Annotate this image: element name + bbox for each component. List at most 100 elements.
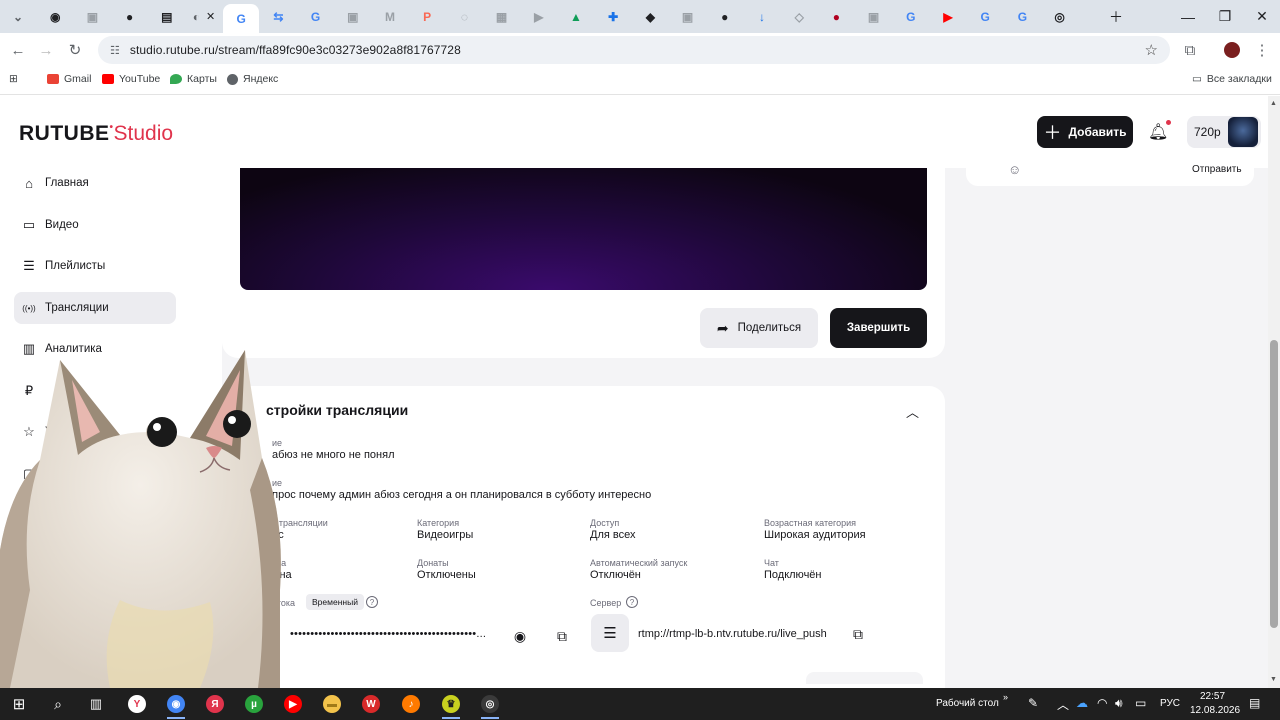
scroll-thumb[interactable] xyxy=(1270,340,1278,628)
profile-avatar[interactable] xyxy=(1220,38,1244,62)
page-scrollbar[interactable]: ▲ ▼ xyxy=(1268,96,1280,688)
browser-tab[interactable]: ▲ xyxy=(558,4,594,29)
clock-time[interactable]: 22:57 xyxy=(1200,691,1225,702)
search-icon[interactable]: ⌕ xyxy=(43,692,73,716)
browser-tab[interactable]: G xyxy=(223,4,260,33)
browser-tab[interactable]: P xyxy=(409,4,445,29)
browser-tab[interactable]: ● xyxy=(112,4,148,29)
taskbar-app[interactable]: µ xyxy=(239,692,269,716)
plus-icon: ＋ xyxy=(1043,123,1062,143)
chrome-menu-icon[interactable]: ⋮ xyxy=(1250,38,1274,62)
taskbar-app[interactable]: ◎ xyxy=(475,692,505,719)
address-bar[interactable]: ☷ studio.rutube.ru/stream/ffa89fc90e3c03… xyxy=(98,36,1170,64)
language-indicator[interactable]: РУС xyxy=(1160,698,1180,709)
browser-tab[interactable]: G xyxy=(893,4,929,29)
task-view-icon[interactable]: ▥ xyxy=(81,692,111,716)
browser-tab[interactable]: ▶ xyxy=(930,4,966,29)
stream-settings-card: стройки трансляции ︿ ие абюз не много не… xyxy=(222,386,945,688)
all-bookmarks[interactable]: ▭ Все закладки xyxy=(1192,73,1272,85)
close-tab-icon[interactable]: ✕ xyxy=(206,10,215,23)
copy-key-icon[interactable]: ⧉ xyxy=(550,624,574,648)
browser-tab[interactable]: ◉ xyxy=(37,4,73,29)
google-icon: G xyxy=(236,11,246,26)
clock-date[interactable]: 12.08.2026 xyxy=(1190,705,1240,716)
browser-tab[interactable]: ◎ xyxy=(1042,4,1078,29)
keyboard-icon[interactable]: ▭ xyxy=(1135,696,1146,710)
site-info-icon[interactable]: ☷ xyxy=(110,44,120,57)
reload-icon[interactable]: ↻ xyxy=(63,38,87,62)
taskbar-app[interactable]: Я xyxy=(200,692,230,716)
browser-tab[interactable]: ▣ xyxy=(335,4,371,29)
browser-tab[interactable]: ↓ xyxy=(744,4,780,29)
scroll-down-icon[interactable]: ▼ xyxy=(1270,676,1277,683)
browser-tab[interactable]: M xyxy=(372,4,408,29)
notification-center-icon[interactable]: ▤ xyxy=(1249,696,1260,710)
forward-icon[interactable]: → xyxy=(34,38,58,62)
stream-preview-video[interactable] xyxy=(240,168,927,290)
browser-tab[interactable]: ◇ xyxy=(781,4,817,29)
browser-tab[interactable]: ◌ xyxy=(446,4,482,29)
taskbar-app[interactable]: Y xyxy=(122,692,152,716)
new-tab-button[interactable]: ＋ xyxy=(1098,0,1134,33)
wifi-icon[interactable]: ◠ xyxy=(1097,696,1107,710)
bookmark-maps[interactable]: Карты xyxy=(170,73,217,85)
browser-tab[interactable]: ⌄ xyxy=(0,4,36,29)
browser-tab[interactable]: ● xyxy=(818,4,854,29)
sidebar-item[interactable]: ⌂ Главная xyxy=(14,167,176,199)
onedrive-icon[interactable]: ☁ xyxy=(1076,696,1088,710)
taskbar-app[interactable]: W xyxy=(356,692,386,716)
show-key-eye-icon[interactable]: ◉ xyxy=(508,624,532,648)
sidebar-item[interactable]: ((•)) Трансляции xyxy=(14,292,176,324)
taskbar-app[interactable]: ♛ xyxy=(436,692,466,719)
end-stream-button[interactable]: Завершить xyxy=(830,308,927,348)
emoji-icon[interactable]: ☺ xyxy=(1008,162,1021,177)
taskbar-app[interactable]: ♪ xyxy=(396,692,426,716)
toolbar-expand-icon[interactable]: » xyxy=(1003,692,1008,702)
pen-icon[interactable]: ✎ xyxy=(1028,696,1038,710)
browser-tab[interactable]: ▣ xyxy=(670,4,706,29)
taskbar-app[interactable]: ▶ xyxy=(278,692,308,716)
browser-tab[interactable]: ✚ xyxy=(595,4,631,29)
copy-server-icon[interactable]: ⧉ xyxy=(846,622,870,646)
rutube-studio-logo[interactable]: RUTUBE•Studio xyxy=(19,122,173,146)
taskbar-app[interactable]: ◉ xyxy=(161,692,191,719)
browser-tab[interactable]: ● xyxy=(707,4,743,29)
scroll-up-icon[interactable]: ▲ xyxy=(1270,100,1277,107)
help-icon[interactable]: ? xyxy=(366,596,378,608)
collapse-chevron-icon[interactable]: ︿ xyxy=(906,402,919,421)
browser-tab[interactable]: ⇆ xyxy=(260,4,296,29)
browser-tab[interactable]: G xyxy=(298,4,334,29)
browser-tab[interactable]: ◐ ✕ xyxy=(186,4,222,29)
minimize-button[interactable]: — xyxy=(1170,0,1206,33)
close-window-button[interactable]: ✕ xyxy=(1244,0,1280,33)
browser-tab[interactable]: ▣ xyxy=(74,4,110,29)
taskbar-app[interactable]: ▬ xyxy=(317,692,347,716)
extensions-icon[interactable]: ⧉ xyxy=(1178,38,1202,62)
desktop-toolbar-label[interactable]: Рабочий стол xyxy=(936,698,999,709)
back-icon[interactable]: ← xyxy=(6,38,30,62)
browser-tab[interactable]: ▣ xyxy=(856,4,892,29)
bookmark-star-icon[interactable]: ☆ xyxy=(1145,41,1158,59)
browser-tab[interactable]: ▤ xyxy=(149,4,185,29)
tray-overflow-icon[interactable]: ︿ xyxy=(1057,696,1069,713)
account-menu[interactable]: 720p xyxy=(1187,116,1261,148)
apps-grid-icon[interactable]: ⊞ xyxy=(9,73,18,85)
notifications-bell-icon[interactable]: 🔔︎ xyxy=(1148,120,1172,142)
browser-tab[interactable]: G xyxy=(967,4,1003,29)
browser-tab[interactable]: ▶ xyxy=(521,4,557,29)
volume-icon[interactable]: 🔊︎ xyxy=(1115,696,1123,711)
chat-send-button[interactable]: Отправить xyxy=(1192,164,1242,175)
browser-tab[interactable]: ▦ xyxy=(484,4,520,29)
browser-tab[interactable]: ◆ xyxy=(632,4,668,29)
sidebar-item[interactable]: ☰ Плейлисты xyxy=(14,250,176,282)
help-icon[interactable]: ? xyxy=(626,596,638,608)
bookmark-youtube[interactable]: YouTube xyxy=(102,73,160,85)
share-button[interactable]: ➦ Поделиться xyxy=(700,308,818,348)
add-button[interactable]: ＋ Добавить xyxy=(1037,116,1133,148)
bookmark-gmail[interactable]: Gmail xyxy=(47,73,91,85)
browser-tab[interactable]: G xyxy=(1004,4,1040,29)
maximize-button[interactable]: ❐ xyxy=(1207,0,1243,33)
start-button[interactable]: ⊞ xyxy=(4,692,34,716)
bookmark-yandex[interactable]: Яндекс xyxy=(227,73,278,85)
sidebar-item[interactable]: ▭ Видео xyxy=(14,209,176,241)
